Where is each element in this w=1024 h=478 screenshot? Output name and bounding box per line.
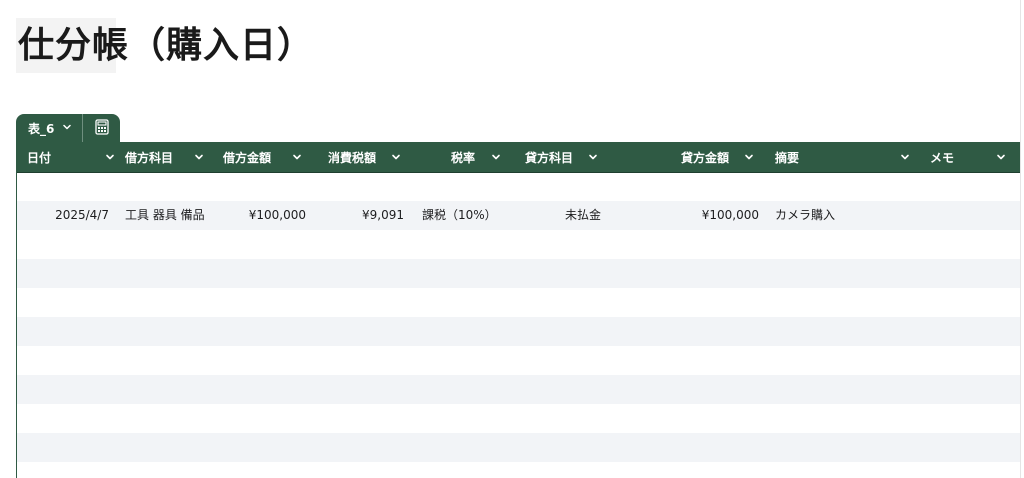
chevron-down-icon[interactable] [587, 151, 599, 163]
table-row[interactable] [17, 259, 1021, 288]
table-row[interactable] [17, 404, 1021, 433]
table-row[interactable] [17, 433, 1021, 462]
column-header-label: メモ [930, 150, 955, 165]
cell-credit-account[interactable]: 未払金 [565, 201, 655, 230]
calculator-button[interactable] [82, 114, 120, 143]
table-row[interactable] [17, 317, 1021, 346]
table-name-label: 表_6 [28, 122, 55, 136]
table-row[interactable] [17, 288, 1021, 317]
column-header-credit-account[interactable]: 貸方科目 [525, 142, 615, 172]
chevron-down-icon [62, 122, 72, 135]
column-header-debit-account[interactable]: 借方科目 [125, 142, 215, 172]
chevron-down-icon[interactable] [193, 151, 205, 163]
column-header-debit-amount[interactable]: 借方金額 [223, 142, 317, 172]
column-header-label: 消費税額 [328, 150, 377, 165]
page-title[interactable]: 仕分帳（購入日） [18, 24, 314, 68]
chevron-down-icon[interactable] [899, 151, 911, 163]
cell-tax-amount[interactable]: ¥9,091 [317, 201, 404, 230]
cell-debit-account[interactable]: 工具 器具 備品 [125, 201, 220, 230]
table-row[interactable] [17, 346, 1021, 375]
chevron-down-icon[interactable] [743, 151, 755, 163]
column-header-date[interactable]: 日付 [27, 142, 117, 172]
column-header-tax-rate[interactable]: 税率 [451, 142, 511, 172]
column-header-label: 借方金額 [223, 150, 272, 165]
cell-summary[interactable]: カメラ購入 [775, 201, 915, 230]
table-header-row: 日付 借方科目 借方金額 消費税額 税率 貸方科目 貸方金額 摘要 メモ [17, 142, 1021, 173]
cell-debit-amount[interactable]: ¥100,000 [223, 201, 306, 230]
cell-memo[interactable] [930, 201, 1020, 230]
chevron-down-icon[interactable] [995, 151, 1007, 163]
cell-tax-rate[interactable]: 課税（10%） [422, 201, 512, 230]
journal-table: 日付 借方科目 借方金額 消費税額 税率 貸方科目 貸方金額 摘要 メモ 202… [16, 142, 1021, 478]
chevron-down-icon[interactable] [390, 151, 402, 163]
canvas-edge-divider [1020, 0, 1021, 478]
table-row[interactable] [17, 172, 1021, 201]
column-header-credit-amount[interactable]: 貸方金額 [681, 142, 771, 172]
chevron-down-icon[interactable] [104, 151, 116, 163]
column-header-label: 摘要 [775, 150, 800, 165]
table-row[interactable] [17, 375, 1021, 404]
cell-date[interactable]: 2025/4/7 [17, 201, 109, 230]
table-tab-bar: 表_6 [16, 114, 121, 143]
cell-credit-amount[interactable]: ¥100,000 [667, 201, 759, 230]
table-name-tab[interactable]: 表_6 [16, 114, 82, 143]
column-header-memo[interactable]: メモ [930, 142, 1020, 172]
column-header-label: 借方科目 [125, 150, 174, 165]
chevron-down-icon[interactable] [291, 151, 303, 163]
table-row[interactable]: 2025/4/7 工具 器具 備品 ¥100,000 ¥9,091 課税（10%… [17, 201, 1021, 230]
column-header-label: 税率 [451, 150, 476, 165]
column-header-label: 日付 [27, 150, 52, 165]
column-header-tax-amount[interactable]: 消費税額 [328, 142, 418, 172]
chevron-down-icon[interactable] [490, 151, 502, 163]
column-header-summary[interactable]: 摘要 [775, 142, 920, 172]
calculator-icon [95, 118, 109, 139]
table-row[interactable] [17, 462, 1021, 478]
column-header-label: 貸方金額 [681, 150, 730, 165]
column-header-label: 貸方科目 [525, 150, 574, 165]
table-row[interactable] [17, 230, 1021, 259]
